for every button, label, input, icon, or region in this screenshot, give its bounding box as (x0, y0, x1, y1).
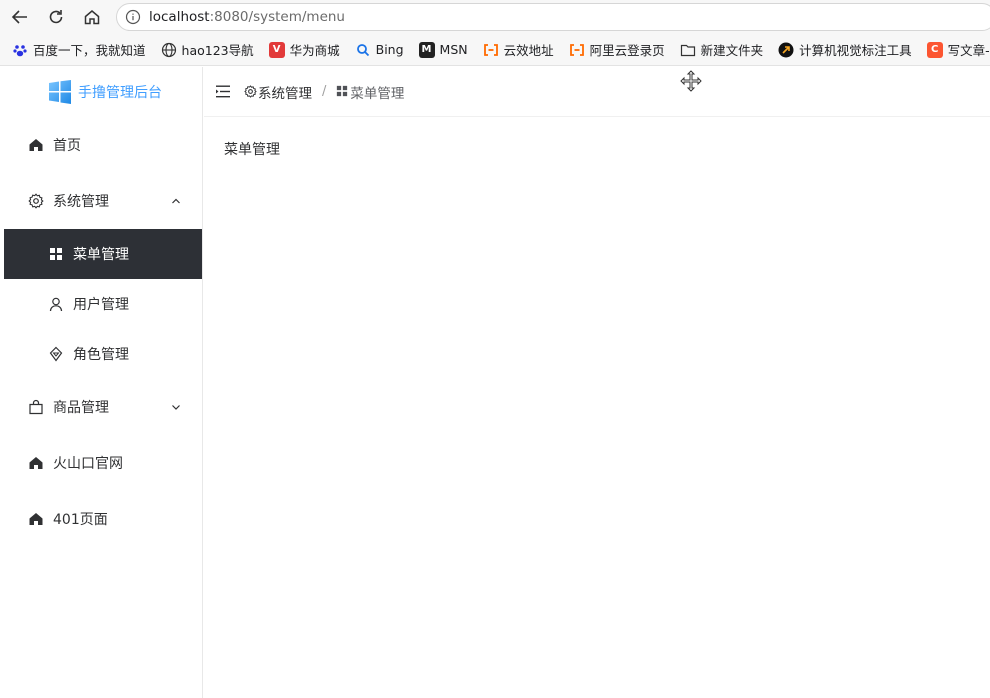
sidebar-item-volcano[interactable]: 火山口官网 (4, 435, 202, 491)
move-cursor-icon (680, 70, 702, 92)
logo-text: 手撸管理后台 (78, 85, 162, 101)
baidu-paw-icon (12, 42, 28, 58)
reload-button[interactable] (45, 6, 67, 28)
sidebar-item-label: 401页面 (53, 512, 108, 528)
admin-app: 手撸管理后台 首页 系统管理 菜单管理 用户管理 角色管理 商品管理 火山口官网… (4, 67, 990, 698)
breadcrumb-system[interactable]: 系统管理 (244, 82, 312, 102)
bookmark-cv-tool[interactable]: 计算机视觉标注工具 (778, 40, 912, 59)
windows-logo-icon (49, 80, 71, 104)
sidebar-item-goods[interactable]: 商品管理 (4, 379, 202, 435)
sidebar-item-label: 商品管理 (53, 400, 109, 416)
reload-icon (49, 10, 63, 24)
search-icon (355, 42, 371, 58)
aliyun-icon (483, 42, 499, 58)
bookmark-aliyun-login[interactable]: 阿里云登录页 (569, 40, 665, 59)
diamond-icon (48, 346, 64, 362)
gear-icon (244, 85, 257, 98)
top-header: 系统管理 / 菜单管理 (204, 67, 990, 117)
breadcrumb-separator: / (322, 84, 327, 99)
address-bar[interactable]: localhost:8080/system/menu (116, 3, 990, 31)
arrow-circle-icon (778, 42, 794, 58)
page-content: 菜单管理 (204, 117, 990, 181)
breadcrumb-current: 菜单管理 (336, 82, 404, 102)
user-icon (48, 296, 64, 312)
home-outline-icon (84, 10, 100, 25)
arrow-left-icon (11, 10, 27, 24)
chevron-up-icon (170, 195, 182, 207)
bookmark-yunxiao[interactable]: 云效地址 (483, 40, 554, 59)
bookmarks-bar: 百度一下，我就知道 hao123导航 V 华为商城 Bing M MSN 云效地… (0, 34, 990, 66)
sidebar-item-label: 首页 (53, 138, 81, 154)
bookmark-huawei[interactable]: V 华为商城 (268, 40, 340, 59)
sidebar-item-role-management[interactable]: 角色管理 (4, 329, 202, 379)
main-area: 系统管理 / 菜单管理 菜单管理 (204, 67, 990, 698)
gear-icon (28, 193, 44, 209)
msn-icon: M (418, 41, 435, 58)
home-button[interactable] (81, 6, 103, 28)
browser-toolbar: localhost:8080/system/menu (0, 0, 990, 34)
sidebar-item-label: 火山口官网 (53, 456, 123, 472)
bookmark-new-folder[interactable]: 新建文件夹 (680, 40, 763, 59)
home-icon (28, 511, 44, 527)
folder-icon (680, 42, 696, 58)
home-icon (28, 455, 44, 471)
sidebar-item-401[interactable]: 401页面 (4, 491, 202, 547)
sidebar-item-label: 系统管理 (53, 194, 109, 210)
sidebar-item-home[interactable]: 首页 (4, 117, 202, 173)
page-title: 菜单管理 (224, 142, 280, 158)
chevron-down-icon (170, 401, 182, 413)
sidebar-item-system[interactable]: 系统管理 (4, 173, 202, 229)
collapse-menu-icon[interactable] (216, 85, 232, 99)
grid-icon (48, 246, 64, 262)
bookmark-msn[interactable]: M MSN (418, 41, 468, 58)
back-button[interactable] (9, 6, 31, 28)
huawei-v-icon: V (268, 41, 285, 58)
logo[interactable]: 手撸管理后台 (4, 67, 202, 117)
bookmark-bing[interactable]: Bing (355, 42, 404, 58)
sidebar-item-menu-management[interactable]: 菜单管理 (4, 229, 202, 279)
sidebar-item-label: 用户管理 (73, 297, 129, 313)
aliyun-icon (569, 42, 585, 58)
bookmark-hao123[interactable]: hao123导航 (161, 40, 254, 59)
globe-icon (161, 42, 177, 58)
grid-icon (336, 85, 349, 98)
bookmark-csdn[interactable]: C 写文章-CS (926, 40, 990, 59)
info-icon (125, 9, 141, 25)
sidebar-item-label: 角色管理 (73, 347, 129, 363)
home-icon (28, 137, 44, 153)
sidebar-item-user-management[interactable]: 用户管理 (4, 279, 202, 329)
bookmark-baidu[interactable]: 百度一下，我就知道 (12, 40, 146, 59)
shopping-bag-icon (28, 399, 44, 415)
sidebar-item-label: 菜单管理 (73, 247, 129, 263)
url-text: localhost:8080/system/menu (149, 9, 345, 25)
sidebar: 手撸管理后台 首页 系统管理 菜单管理 用户管理 角色管理 商品管理 火山口官网… (4, 67, 203, 698)
csdn-icon: C (926, 41, 943, 58)
